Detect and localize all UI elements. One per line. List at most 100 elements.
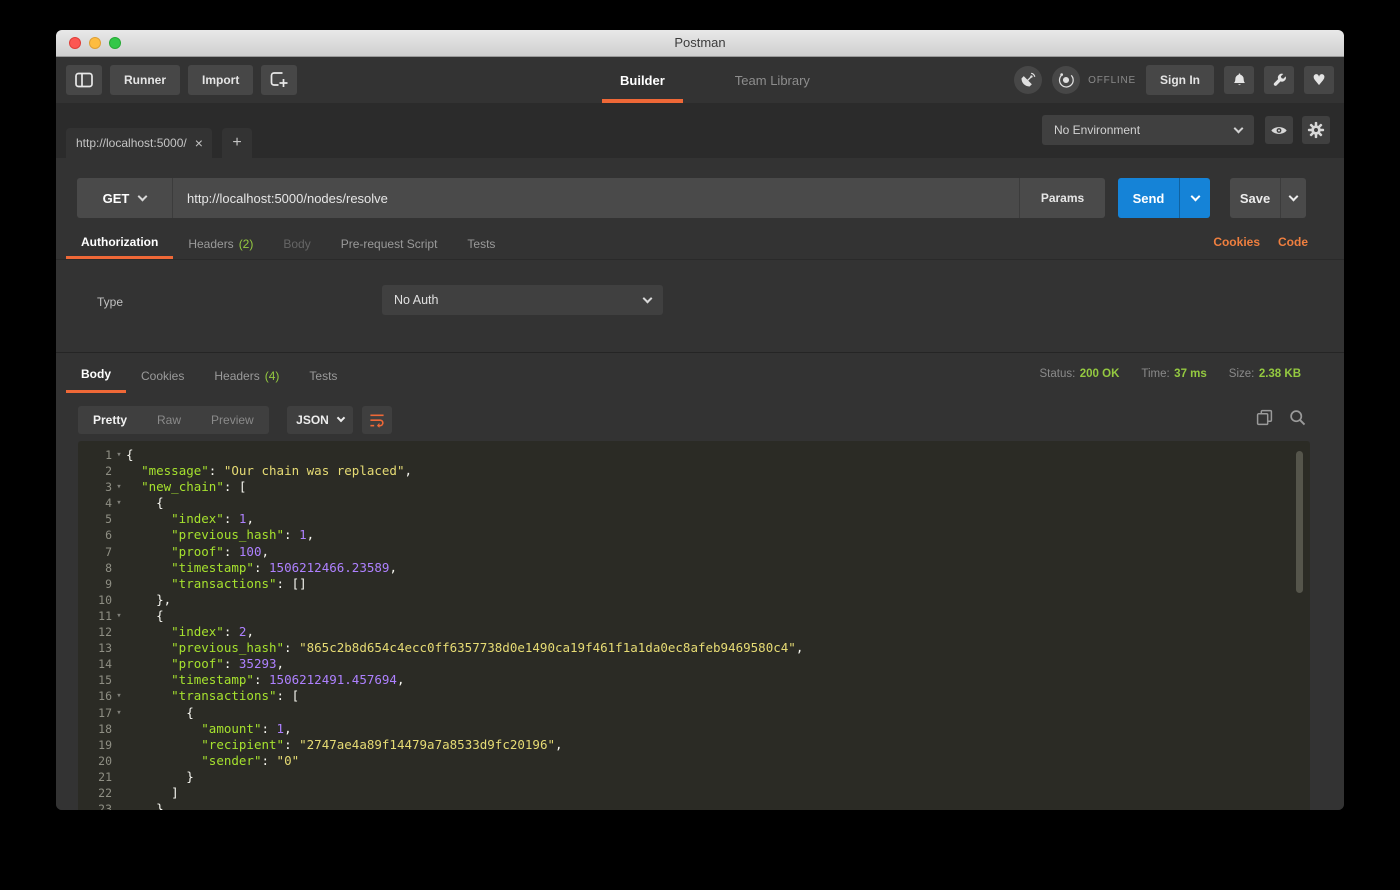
response-format-selector[interactable]: JSON: [287, 406, 353, 434]
auth-type-selector[interactable]: No Auth: [382, 285, 663, 315]
search-response-button[interactable]: [1289, 409, 1306, 426]
settings-wrench-button[interactable]: [1264, 66, 1294, 94]
save-options-button[interactable]: [1281, 178, 1306, 218]
close-window-button[interactable]: [69, 37, 81, 49]
code-line: 8 "timestamp": 1506212466.23589,: [78, 560, 1310, 576]
send-button-label[interactable]: Send: [1118, 178, 1180, 218]
environment-selector[interactable]: No Environment: [1042, 115, 1254, 145]
save-button-label[interactable]: Save: [1230, 178, 1281, 218]
tab-team-library[interactable]: Team Library: [717, 57, 828, 103]
chevron-down-icon: [336, 413, 346, 423]
method-value: GET: [102, 190, 130, 206]
new-window-button[interactable]: [261, 65, 298, 95]
request-tab[interactable]: http://localhost:5000/ ×: [66, 128, 212, 158]
fold-toggle-icon[interactable]: ▾: [112, 479, 126, 495]
response-tabs: Body Cookies Headers (4) Tests Status: 2…: [66, 358, 1344, 393]
tab-builder[interactable]: Builder: [602, 57, 683, 103]
line-number: 15: [98, 673, 112, 688]
cookies-link[interactable]: Cookies: [1213, 235, 1260, 249]
fold-toggle-icon[interactable]: ▾: [112, 688, 126, 704]
code-text: },: [156, 801, 172, 810]
fold-toggle-icon[interactable]: ▾: [112, 705, 126, 721]
gear-icon: [1307, 121, 1325, 139]
code-link[interactable]: Code: [1278, 235, 1308, 249]
chevron-down-icon: [1190, 191, 1200, 201]
code-text: {: [126, 447, 134, 462]
tab-response-tests[interactable]: Tests: [294, 358, 352, 393]
view-mode-raw[interactable]: Raw: [142, 406, 196, 434]
chevron-down-icon: [642, 293, 653, 303]
fold-toggle-icon[interactable]: ▾: [112, 608, 126, 624]
line-number: 17: [98, 705, 112, 720]
tab-pre-request-script[interactable]: Pre-request Script: [326, 228, 453, 259]
line-number: 19: [98, 737, 112, 752]
offline-status: OFFLINE: [1088, 74, 1136, 86]
sidebar-toggle-button[interactable]: [66, 65, 102, 95]
fold-toggle-icon: [112, 560, 126, 576]
fold-toggle-icon[interactable]: ▾: [112, 447, 126, 463]
save-button[interactable]: Save: [1230, 178, 1306, 218]
params-button[interactable]: Params: [1019, 178, 1105, 218]
code-line: 14 "proof": 35293,: [78, 656, 1310, 672]
code-text: "transactions": []: [171, 575, 307, 591]
favorites-button[interactable]: ♥: [1304, 66, 1334, 94]
code-line: 7 "proof": 100,: [78, 544, 1310, 560]
tab-response-cookies[interactable]: Cookies: [126, 358, 199, 393]
wrap-text-button[interactable]: [362, 406, 392, 434]
minimize-window-button[interactable]: [89, 37, 101, 49]
send-button[interactable]: Send: [1118, 178, 1210, 218]
code-text: "index": 1,: [171, 511, 254, 527]
viewer-right-tools: [1256, 409, 1306, 426]
builder-tab-label: Builder: [620, 72, 665, 88]
code-text: ]: [171, 784, 179, 800]
line-number: 10: [98, 592, 112, 607]
request-tab-title: http://localhost:5000/: [76, 136, 187, 150]
view-mode-pretty[interactable]: Pretty: [78, 406, 142, 434]
status-label: Status:: [1039, 368, 1076, 380]
tab-headers[interactable]: Headers (2): [173, 228, 268, 259]
request-builder: GET http://localhost:5000/nodes/resolve …: [56, 158, 1344, 352]
view-mode-preview[interactable]: Preview: [196, 406, 269, 434]
runner-button[interactable]: Runner: [110, 65, 180, 95]
code-line: 20 "sender": "0": [78, 753, 1310, 769]
send-options-button[interactable]: [1180, 178, 1210, 218]
import-button[interactable]: Import: [188, 65, 254, 95]
postman-window: Postman Runner Import Builder Team Libra…: [56, 30, 1344, 810]
tab-authorization[interactable]: Authorization: [66, 228, 174, 259]
fold-toggle-icon: [112, 656, 126, 672]
new-tab-button[interactable]: +: [222, 128, 252, 158]
copy-response-button[interactable]: [1256, 409, 1273, 426]
code-text: "sender": "0": [201, 752, 300, 768]
tab-tests[interactable]: Tests: [452, 228, 510, 259]
fold-toggle-icon[interactable]: ▾: [112, 495, 126, 511]
environment-quick-look-button[interactable]: [1265, 116, 1293, 144]
fold-toggle-icon: [112, 737, 126, 753]
code-text: "timestamp": 1506212466.23589,: [171, 559, 397, 575]
url-bar: GET http://localhost:5000/nodes/resolve …: [77, 178, 1105, 218]
tab-response-body[interactable]: Body: [66, 358, 126, 393]
line-number: 4: [105, 496, 112, 511]
method-selector[interactable]: GET: [77, 178, 173, 218]
code-text: "amount": 1,: [201, 720, 292, 736]
code-text: "timestamp": 1506212491.457694,: [171, 672, 405, 688]
code-text: "new_chain": [: [141, 479, 247, 495]
notifications-button[interactable]: [1224, 66, 1254, 94]
interceptor-button[interactable]: [1014, 66, 1043, 94]
code-line: 19 "recipient": "2747ae4a89f14479a7a8533…: [78, 737, 1310, 753]
line-number: 14: [98, 657, 112, 672]
format-value: JSON: [296, 413, 329, 427]
url-input[interactable]: http://localhost:5000/nodes/resolve: [173, 191, 1019, 206]
code-text: "recipient": "2747ae4a89f14479a7a8533d9f…: [201, 736, 563, 752]
settings-button[interactable]: [1302, 116, 1330, 144]
tab-body[interactable]: Body: [268, 228, 325, 259]
authorization-panel: Type No Auth: [56, 259, 1344, 352]
wrap-text-icon: [368, 412, 386, 428]
zoom-window-button[interactable]: [109, 37, 121, 49]
sign-in-button[interactable]: Sign In: [1146, 65, 1214, 95]
sync-button[interactable]: [1052, 66, 1081, 94]
line-number: 6: [105, 528, 112, 543]
response-body-viewer: 1 ▾{2 "message": "Our chain was replaced"…: [78, 441, 1310, 810]
close-tab-icon[interactable]: ×: [195, 136, 203, 150]
scrollbar-thumb[interactable]: [1296, 451, 1303, 593]
tab-response-headers[interactable]: Headers (4): [199, 358, 294, 393]
